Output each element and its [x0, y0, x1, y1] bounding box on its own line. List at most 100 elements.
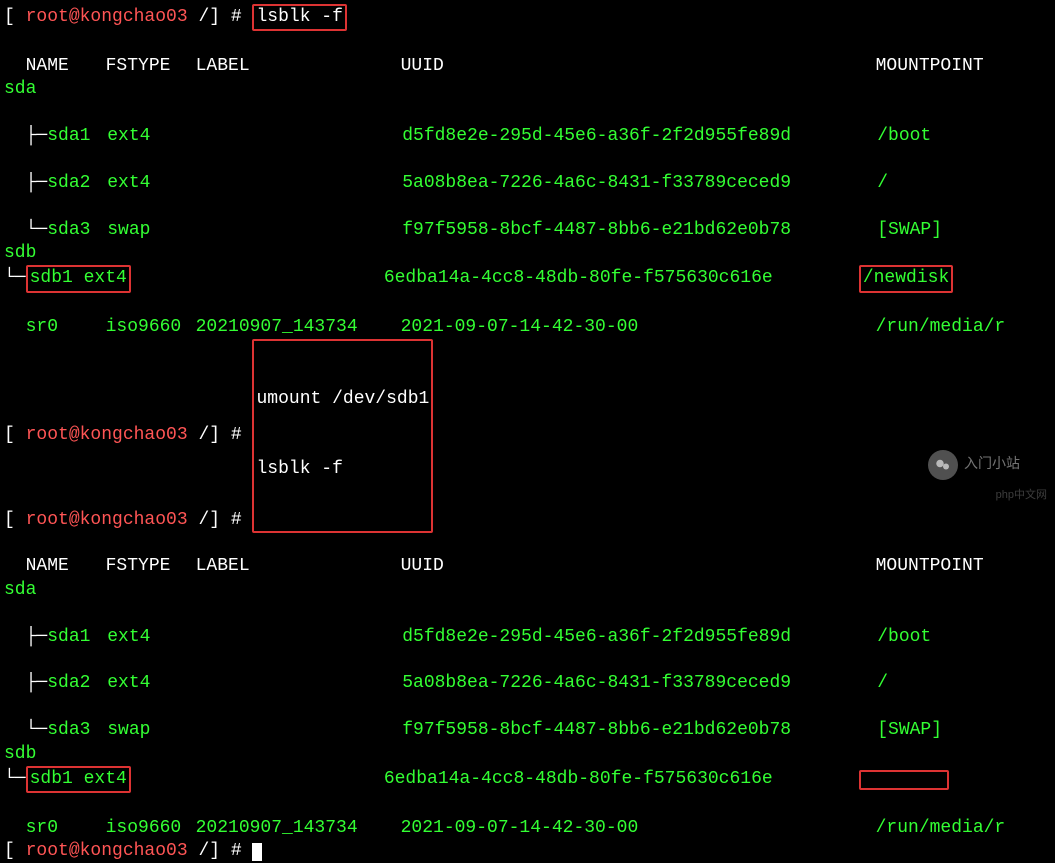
part-name: sda3 [47, 219, 107, 242]
partition-sda2-1: ├─sda2ext4 5a08b8ea-7226-4a6c-8431-f33789… [4, 148, 1051, 195]
lsblk-header-1: NAMEFSTYPELABELUUIDMOUNTPOINT [4, 31, 1051, 78]
php-watermark: php中文网 [996, 488, 1047, 502]
part-mount: / [877, 172, 888, 195]
part-mount: [SWAP] [877, 719, 942, 742]
tree-branch-icon: ├─ [26, 173, 48, 193]
partition-sda3-1: └─sda3swap f97f5958-8bcf-4487-8bb6-e21bd6… [4, 195, 1051, 242]
disk-sr0-1: sr0iso966020210907_1437342021-09-07-14-4… [4, 293, 1051, 340]
user-host: root@kongchao03 [15, 6, 199, 29]
highlight-box-newdisk: /newdisk [859, 265, 953, 292]
header-mount: MOUNTPOINT [876, 555, 984, 578]
tree-end-icon: └─ [26, 720, 48, 740]
part-uuid: 2021-09-07-14-42-30-00 [401, 316, 876, 339]
tree-branch-icon: ├─ [26, 673, 48, 693]
command-lsblk-2: lsblk -f [256, 459, 342, 479]
part-mount: /boot [877, 626, 931, 649]
bracket-close: ] # [209, 840, 252, 863]
part-uuid: 5a08b8ea-7226-4a6c-8431-f33789ceced9 [402, 172, 877, 195]
part-uuid: d5fd8e2e-295d-45e6-a36f-2f2d955fe89d [402, 626, 877, 649]
highlight-box-sdb1: sdb1ext4 [26, 265, 131, 292]
part-fstype: ext4 [84, 769, 127, 789]
part-uuid: 5a08b8ea-7226-4a6c-8431-f33789ceced9 [402, 672, 877, 695]
wechat-icon [928, 450, 958, 480]
prompt-line-4[interactable]: [ root@kongchao03 / ] # [4, 840, 1051, 863]
tree-end-icon: └─ [26, 220, 48, 240]
part-name: sdb1 [30, 768, 84, 791]
part-name: sda1 [47, 125, 107, 148]
highlight-box-empty-mount [859, 770, 949, 790]
header-uuid: UUID [401, 555, 876, 578]
header-name: NAME [26, 55, 106, 78]
part-mount: [SWAP] [877, 219, 942, 242]
part-name: sda3 [47, 719, 107, 742]
part-mount: / [877, 672, 888, 695]
partition-sdb1-1: └─sdb1ext4 6edba14a-4cc8-48db-80fe-f57563… [4, 265, 1051, 292]
part-name: sda2 [47, 172, 107, 195]
path: / [198, 424, 209, 447]
disk-sda-2: sda [4, 579, 1051, 602]
disk-sda-1: sda [4, 78, 1051, 101]
highlight-box-sdb1-2: sdb1ext4 [26, 766, 131, 793]
bracket: [ [4, 424, 15, 447]
prompt-line-2: [ root@kongchao03 / ] # umount /dev/sdb1… [4, 339, 1051, 532]
tree-branch-icon: ├─ [26, 627, 48, 647]
path: / [198, 840, 209, 863]
part-fstype: ext4 [107, 125, 197, 148]
disk-sr0-2: sr0iso966020210907_1437342021-09-07-14-4… [4, 793, 1051, 840]
part-label: 20210907_143734 [196, 817, 401, 840]
part-mount: /boot [877, 125, 931, 148]
bracket: [ [4, 6, 15, 29]
part-uuid: f97f5958-8bcf-4487-8bb6-e21bd62e0b78 [402, 719, 877, 742]
bracket-close: ] # [209, 6, 252, 29]
header-fstype: FSTYPE [106, 55, 196, 78]
part-fstype: swap [107, 219, 197, 242]
part-fstype: iso9660 [106, 817, 196, 840]
cursor-icon [252, 843, 262, 861]
bracket: [ [4, 840, 15, 863]
disk-sdb-1: sdb [4, 242, 1051, 265]
part-fstype: ext4 [107, 172, 197, 195]
header-name: NAME [26, 555, 106, 578]
header-uuid: UUID [401, 55, 876, 78]
tree-end-icon: └─ [4, 768, 26, 791]
part-uuid: f97f5958-8bcf-4487-8bb6-e21bd62e0b78 [402, 219, 877, 242]
part-name: sdb1 [30, 267, 84, 290]
prompt-line-1: [ root@kongchao03 / ] # lsblk -f [4, 4, 1051, 31]
path: / [198, 6, 209, 29]
header-label: LABEL [196, 555, 401, 578]
partition-sda1-1: ├─sda1ext4 d5fd8e2e-295d-45e6-a36f-2f2d95… [4, 102, 1051, 149]
wechat-watermark: 入门小站 [928, 450, 1020, 480]
part-uuid: 6edba14a-4cc8-48db-80fe-f575630c616e [384, 768, 859, 791]
part-name: sda1 [47, 626, 107, 649]
command-umount: umount /dev/sdb1 [256, 389, 429, 409]
tree-branch-icon: ├─ [26, 126, 48, 146]
partition-sda3-2: └─sda3swap f97f5958-8bcf-4487-8bb6-e21bd6… [4, 696, 1051, 743]
header-label: LABEL [196, 55, 401, 78]
partition-sda1-2: ├─sda1ext4 d5fd8e2e-295d-45e6-a36f-2f2d95… [4, 602, 1051, 649]
part-fstype: swap [107, 719, 197, 742]
highlight-box-lsblk: lsblk -f [252, 4, 346, 31]
part-mount: /run/media/r [876, 817, 1006, 840]
part-name: sda2 [47, 672, 107, 695]
part-fstype: ext4 [84, 268, 127, 288]
watermark-text: 入门小站 [964, 456, 1020, 474]
part-mount: /newdisk [863, 268, 949, 288]
part-uuid: 2021-09-07-14-42-30-00 [401, 817, 876, 840]
highlight-box-commands: umount /dev/sdb1 lsblk -f [252, 339, 433, 532]
header-mount: MOUNTPOINT [876, 55, 984, 78]
part-fstype: ext4 [107, 626, 197, 649]
user-host: root@kongchao03 [15, 840, 199, 863]
partition-sda2-2: ├─sda2ext45a08b8ea-7226-4a6c-8431-f33789… [4, 649, 1051, 696]
part-uuid: 6edba14a-4cc8-48db-80fe-f575630c616e [384, 267, 859, 290]
partition-sdb1-2: └─sdb1ext4 6edba14a-4cc8-48db-80fe-f57563… [4, 766, 1051, 793]
part-mount: /run/media/r [876, 316, 1006, 339]
part-name: sr0 [26, 817, 106, 840]
lsblk-header-2: NAMEFSTYPELABELUUIDMOUNTPOINT [4, 532, 1051, 579]
tree-end-icon: └─ [4, 267, 26, 290]
part-uuid: d5fd8e2e-295d-45e6-a36f-2f2d955fe89d [402, 125, 877, 148]
header-fstype: FSTYPE [106, 555, 196, 578]
part-name: sr0 [26, 316, 106, 339]
user-host: root@kongchao03 [15, 424, 199, 447]
bracket-close: ] # [209, 424, 252, 447]
part-label: 20210907_143734 [196, 316, 401, 339]
